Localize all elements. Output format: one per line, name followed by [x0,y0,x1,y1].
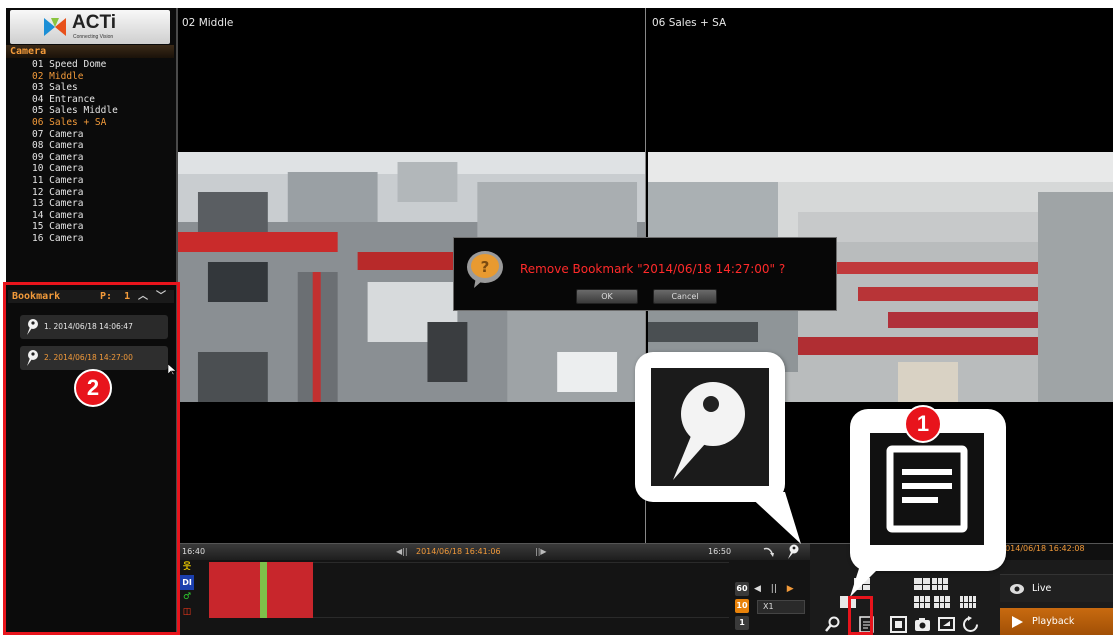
camera-item[interactable]: 11 Camera [6,175,174,187]
bookmark-pin-icon [673,382,745,480]
sync-icon[interactable] [962,616,979,633]
remove-bookmark-dialog: ? Remove Bookmark "2014/06/18 14:27:00" … [453,237,837,311]
playhead-marker[interactable] [260,562,267,618]
camera-item[interactable]: 14 Camera [6,210,174,222]
motion-event-icon: 웃 [182,562,192,572]
callout-tail [850,559,888,597]
step-badge-2: 2 [74,369,112,407]
camera-item[interactable]: 10 Camera [6,163,174,175]
layout-9-icon[interactable] [932,578,948,590]
pane-title: 02 Middle [182,17,234,29]
live-mode-button[interactable]: Live [1000,574,1113,602]
bookmark-tool-highlight [848,596,873,635]
step-badge-1: 1 [904,405,942,443]
question-icon: ? [467,251,503,288]
layout-12-icon[interactable] [934,596,950,608]
playback-mode-button[interactable]: Playback [1000,608,1113,635]
layout-4-icon[interactable] [914,578,930,590]
layout-6-icon[interactable] [914,596,930,608]
camera-item[interactable]: 04 Entrance [6,94,174,106]
camera-list: 01 Speed Dome 02 Middle 03 Sales 04 Entranc… [6,59,174,282]
add-bookmark-icon[interactable] [787,544,800,559]
playback-controls: ◀ || ▶ [754,584,801,594]
live-label: Live [1032,583,1052,594]
current-datetime: 2014/06/18 16:42:08 [1000,544,1113,560]
speed-10-button[interactable]: 10 [735,599,749,613]
snapshot-icon[interactable] [914,616,931,633]
play-icon[interactable]: ▶ [787,584,794,594]
display-icon[interactable] [938,616,955,633]
camera-item[interactable]: 13 Camera [6,198,174,210]
callout-zoom [870,433,984,545]
fullscreen-icon[interactable] [890,616,907,633]
svg-text:?: ? [481,258,490,276]
logo-brand: ACTi [72,12,116,33]
timeline-start-time: 16:40 [182,547,206,556]
acti-logo: ACTi Connecting Vision [10,10,170,44]
playback-label: Playback [1032,616,1075,627]
camera-item[interactable]: 02 Middle [6,71,174,83]
recording-icon: ◫ [182,607,192,617]
pane-title: 06 Sales + SA [652,17,727,29]
timeline-header: 16:40 ◀|| 2014/06/18 16:41:06 ||▶ 16:50 [178,544,810,560]
play-icon [1012,616,1023,628]
bookmark-panel-highlight [3,282,180,635]
digital-input-icon: DI [180,575,194,590]
camera-item[interactable]: 01 Speed Dome [6,59,174,71]
camera-item[interactable]: 15 Camera [6,221,174,233]
camera-item[interactable]: 16 Camera [6,233,174,245]
camera-item[interactable]: 06 Sales + SA [6,117,174,129]
playback-timeline: 16:40 ◀|| 2014/06/18 16:41:06 ||▶ 16:50 … [178,543,810,635]
camera-item[interactable]: 07 Camera [6,129,174,141]
next-segment-button[interactable]: ||▶ [535,544,547,560]
timeline-current-datetime: 2014/06/18 16:41:06 [416,547,501,556]
layout-16-icon[interactable] [960,596,976,608]
camera-item[interactable]: 08 Camera [6,140,174,152]
export-arrow-icon[interactable] [762,545,776,559]
timeline-end-time: 16:50 [708,547,732,556]
rewind-icon[interactable]: ◀ [754,584,761,594]
speed-60-button[interactable]: 60 [735,582,749,596]
prev-segment-button[interactable]: ◀|| [396,544,408,560]
cancel-button[interactable]: Cancel [653,289,717,304]
logo-tagline: Connecting Vision [73,34,114,40]
dialog-message: Remove Bookmark "2014/06/18 14:27:00" ? [520,262,786,276]
eye-icon [1010,584,1024,594]
bookmark-list-icon [886,445,968,533]
digital-output-icon: ♂ [182,592,192,602]
playback-rate-field[interactable]: X1 [757,600,805,614]
camera-item[interactable]: 09 Camera [6,152,174,164]
camera-item[interactable]: 12 Camera [6,187,174,199]
callout-tail [745,492,801,544]
pause-icon[interactable]: || [771,584,777,594]
search-icon[interactable] [824,616,841,633]
camera-item[interactable]: 03 Sales [6,82,174,94]
callout-zoom [651,368,769,486]
camera-section-header: Camera [6,45,174,58]
camera-item[interactable]: 05 Sales Middle [6,105,174,117]
acti-logo-icon [44,18,66,36]
timeline-track[interactable] [313,562,729,618]
bookmark-pin-callout [635,352,801,544]
speed-1-button[interactable]: 1 [735,616,749,630]
ok-button[interactable]: OK [576,289,638,304]
